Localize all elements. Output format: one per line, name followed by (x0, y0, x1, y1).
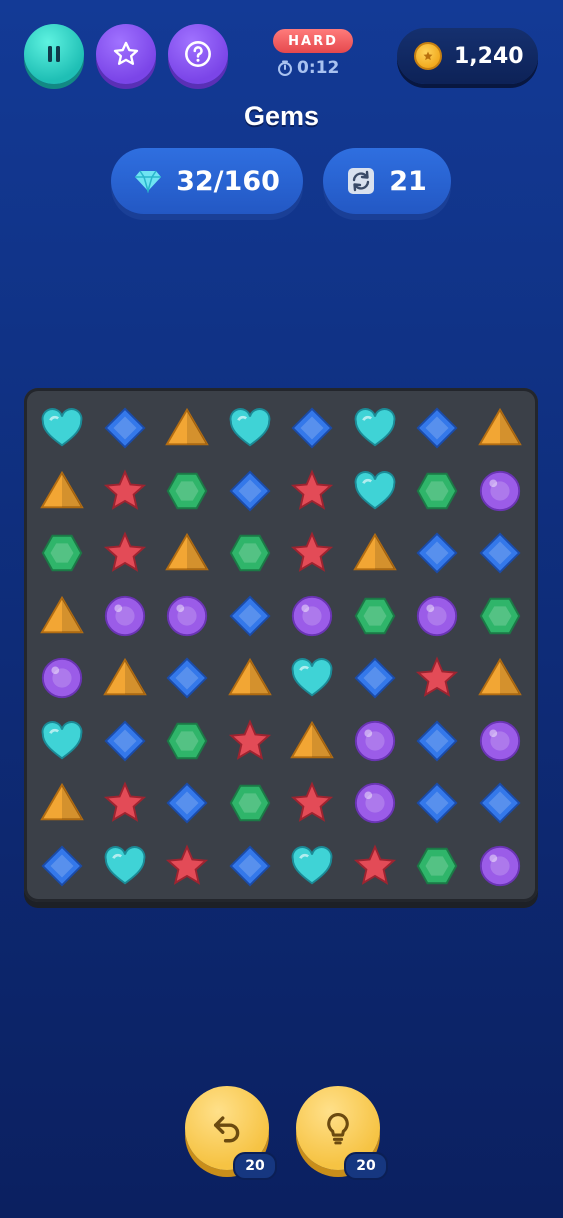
heart-gem[interactable] (39, 718, 85, 764)
shuffle-icon (348, 168, 375, 194)
bulb-icon (327, 1112, 349, 1145)
hexagon-gem[interactable] (164, 468, 210, 514)
triangle-gem[interactable] (164, 405, 210, 451)
diamond-gem[interactable] (414, 405, 460, 451)
heart-gem[interactable] (227, 405, 273, 451)
difficulty-badge: HARD (273, 29, 353, 53)
hexagon-gem[interactable] (227, 780, 273, 826)
diamond-gem[interactable] (227, 593, 273, 639)
star-gem[interactable] (102, 530, 148, 576)
pause-button[interactable] (24, 24, 84, 84)
triangle-gem[interactable] (477, 655, 523, 701)
gems-count: 32/160 (176, 165, 280, 197)
help-icon (185, 41, 211, 67)
circle-gem[interactable] (477, 468, 523, 514)
diamond-gem[interactable] (102, 718, 148, 764)
undo-count-badge: 20 (233, 1152, 277, 1180)
triangle-gem[interactable] (352, 530, 398, 576)
diamond-gem[interactable] (414, 718, 460, 764)
difficulty-label: HARD (288, 33, 338, 49)
hint-count: 20 (356, 1158, 376, 1174)
star-gem[interactable] (227, 718, 273, 764)
triangle-gem[interactable] (227, 655, 273, 701)
hexagon-gem[interactable] (39, 530, 85, 576)
heart-gem[interactable] (289, 655, 335, 701)
hint-count-badge: 20 (344, 1152, 388, 1180)
circle-gem[interactable] (414, 593, 460, 639)
diamond-gem[interactable] (164, 655, 210, 701)
star-gem[interactable] (102, 468, 148, 514)
timer: 0:12 (277, 57, 349, 79)
heart-gem[interactable] (102, 843, 148, 889)
favorite-button[interactable] (96, 24, 156, 84)
clock-icon (278, 60, 292, 76)
hexagon-gem[interactable] (414, 843, 460, 889)
circle-gem[interactable] (352, 718, 398, 764)
diamond-gem[interactable] (477, 780, 523, 826)
moves-count: 21 (389, 165, 427, 197)
circle-gem[interactable] (289, 593, 335, 639)
level-title: Gems (243, 101, 320, 131)
hexagon-gem[interactable] (414, 468, 460, 514)
circle-gem[interactable] (477, 718, 523, 764)
heart-gem[interactable] (289, 843, 335, 889)
triangle-gem[interactable] (289, 718, 335, 764)
coin-icon (414, 42, 442, 70)
diamond-gem[interactable] (414, 780, 460, 826)
star-gem[interactable] (289, 780, 335, 826)
circle-gem[interactable] (39, 655, 85, 701)
moves-counter: 21 (323, 148, 451, 214)
hexagon-gem[interactable] (227, 530, 273, 576)
circle-gem[interactable] (102, 593, 148, 639)
hexagon-gem[interactable] (352, 593, 398, 639)
triangle-gem[interactable] (39, 780, 85, 826)
circle-gem[interactable] (352, 780, 398, 826)
coin-balance[interactable]: 1,240 (397, 28, 538, 84)
gems-progress: 32/160 (111, 148, 303, 214)
star-gem[interactable] (164, 843, 210, 889)
diamond-gem[interactable] (414, 530, 460, 576)
circle-gem[interactable] (164, 593, 210, 639)
diamond-gem[interactable] (227, 468, 273, 514)
star-gem[interactable] (414, 655, 460, 701)
triangle-gem[interactable] (477, 405, 523, 451)
diamond-gem[interactable] (164, 780, 210, 826)
diamond-gem[interactable] (289, 405, 335, 451)
help-button[interactable] (168, 24, 228, 84)
triangle-gem[interactable] (102, 655, 148, 701)
triangle-gem[interactable] (164, 530, 210, 576)
diamond-gem[interactable] (477, 530, 523, 576)
game-board (24, 388, 538, 902)
heart-gem[interactable] (352, 468, 398, 514)
diamond-gem[interactable] (352, 655, 398, 701)
star-gem[interactable] (102, 780, 148, 826)
star-gem[interactable] (352, 843, 398, 889)
heart-gem[interactable] (39, 405, 85, 451)
hexagon-gem[interactable] (477, 593, 523, 639)
star-gem[interactable] (289, 468, 335, 514)
diamond-gem[interactable] (102, 405, 148, 451)
circle-gem[interactable] (477, 843, 523, 889)
star-gem[interactable] (289, 530, 335, 576)
diamond-gem[interactable] (39, 843, 85, 889)
heart-gem[interactable] (352, 405, 398, 451)
triangle-gem[interactable] (39, 468, 85, 514)
gem-icon (135, 170, 162, 193)
diamond-gem[interactable] (227, 843, 273, 889)
coin-value: 1,240 (454, 43, 524, 69)
pause-icon (48, 46, 60, 62)
hexagon-gem[interactable] (164, 718, 210, 764)
undo-icon (213, 1116, 240, 1143)
undo-count: 20 (245, 1158, 265, 1174)
triangle-gem[interactable] (39, 593, 85, 639)
timer-value: 0:12 (297, 58, 340, 78)
star-icon (113, 41, 139, 65)
